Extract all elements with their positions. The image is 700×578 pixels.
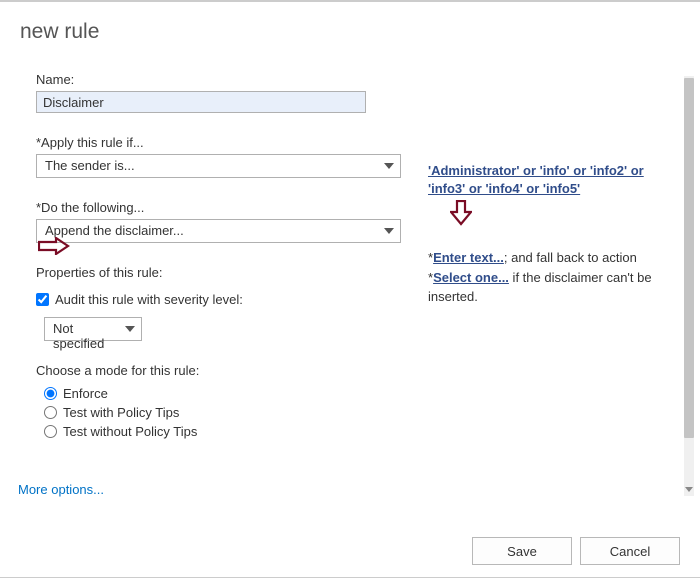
- mode-tips-row: Test with Policy Tips: [44, 405, 406, 420]
- apply-label: *Apply this rule if...: [36, 135, 406, 150]
- chevron-down-icon[interactable]: [685, 481, 693, 496]
- mode-tips-label: Test with Policy Tips: [63, 405, 179, 420]
- properties-label: Properties of this rule:: [36, 265, 406, 280]
- arrow-down-icon: [450, 200, 472, 226]
- enter-text-link[interactable]: Enter text...: [433, 250, 504, 265]
- severity-select[interactable]: Not specified: [44, 317, 142, 341]
- content: Name: *Apply this rule if... The sender …: [0, 72, 682, 517]
- mode-label: Choose a mode for this rule:: [36, 363, 406, 378]
- select-one-link[interactable]: Select one...: [433, 270, 509, 285]
- save-button[interactable]: Save: [472, 537, 572, 565]
- apply-select[interactable]: The sender is...: [36, 154, 401, 178]
- mode-notips-radio[interactable]: [44, 425, 57, 438]
- do-section: *Do the following... Append the disclaim…: [36, 200, 406, 243]
- audit-row: Audit this rule with severity level:: [36, 292, 406, 307]
- arrow-right-icon: [38, 237, 70, 257]
- action-text: *Enter text...; and fall back to action …: [428, 248, 673, 307]
- severity-value: Not specified: [53, 321, 104, 351]
- do-select-value: Append the disclaimer...: [45, 223, 184, 238]
- mode-enforce-radio[interactable]: [44, 387, 57, 400]
- scrollbar[interactable]: [684, 76, 694, 496]
- more-options-link[interactable]: More options...: [18, 482, 104, 497]
- do-select[interactable]: Append the disclaimer...: [36, 219, 401, 243]
- dialog-footer: Save Cancel: [472, 537, 680, 565]
- name-input[interactable]: [36, 91, 366, 113]
- chevron-down-icon: [125, 326, 135, 332]
- properties-section: Properties of this rule: Audit this rule…: [36, 265, 406, 341]
- mode-section: Choose a mode for this rule: Enforce Tes…: [36, 363, 406, 439]
- cancel-button[interactable]: Cancel: [580, 537, 680, 565]
- audit-checkbox[interactable]: [36, 293, 49, 306]
- right-column: 'Administrator' or 'info' or 'info2' or …: [428, 162, 673, 307]
- dialog-header: new rule: [0, 2, 700, 44]
- name-section: Name:: [36, 72, 406, 113]
- chevron-down-icon: [384, 228, 394, 234]
- mode-enforce-label: Enforce: [63, 386, 108, 401]
- apply-section: *Apply this rule if... The sender is...: [36, 135, 406, 178]
- left-column: Name: *Apply this rule if... The sender …: [36, 72, 406, 461]
- audit-label: Audit this rule with severity level:: [55, 292, 243, 307]
- dialog-title: new rule: [20, 20, 700, 44]
- mode-enforce-row: Enforce: [44, 386, 406, 401]
- do-label: *Do the following...: [36, 200, 406, 215]
- apply-select-value: The sender is...: [45, 158, 135, 173]
- mode-notips-row: Test without Policy Tips: [44, 424, 406, 439]
- mode-radio-group: Enforce Test with Policy Tips Test witho…: [44, 386, 406, 439]
- mode-tips-radio[interactable]: [44, 406, 57, 419]
- scrollbar-thumb[interactable]: [684, 78, 694, 438]
- sender-list-link[interactable]: 'Administrator' or 'info' or 'info2' or …: [428, 163, 644, 196]
- chevron-down-icon: [384, 163, 394, 169]
- name-label: Name:: [36, 72, 406, 87]
- mode-notips-label: Test without Policy Tips: [63, 424, 197, 439]
